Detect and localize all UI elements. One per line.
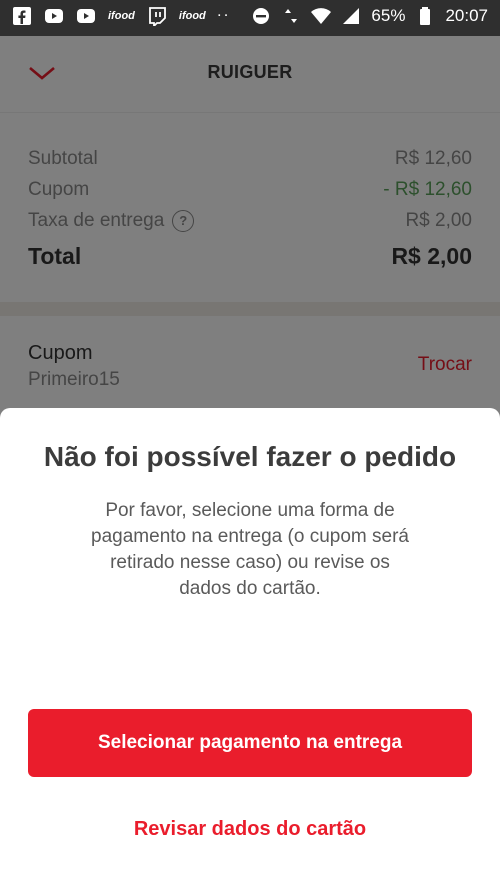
data-transfer-icon bbox=[281, 6, 301, 26]
youtube-icon bbox=[76, 6, 96, 26]
ifood-notification-icon: ifood bbox=[108, 10, 135, 22]
do-not-disturb-icon bbox=[251, 6, 271, 26]
ifood-notification-icon: ifood bbox=[178, 10, 206, 22]
signal-icon bbox=[341, 6, 361, 26]
wifi-icon bbox=[311, 6, 332, 26]
battery-percent: 65% bbox=[371, 6, 406, 25]
dialog-title: Não foi possível fazer o pedido bbox=[43, 441, 457, 472]
select-pay-on-delivery-button[interactable]: Selecionar pagamento na entrega bbox=[28, 709, 472, 777]
youtube-icon bbox=[44, 6, 64, 26]
review-card-button[interactable]: Revisar dados do cartão bbox=[0, 818, 500, 841]
more-notifications-icon: · · bbox=[217, 10, 229, 22]
facebook-icon bbox=[12, 6, 32, 26]
twitch-icon bbox=[147, 6, 167, 26]
status-bar: ifood ifood · · 65% 20:07 bbox=[0, 0, 500, 36]
clock: 20:07 bbox=[445, 6, 488, 25]
error-bottom-sheet: Não foi possível fazer o pedido Por favo… bbox=[0, 408, 500, 889]
dialog-message: Por favor, selecione uma forma de pagame… bbox=[91, 500, 409, 599]
battery-icon bbox=[415, 6, 435, 26]
